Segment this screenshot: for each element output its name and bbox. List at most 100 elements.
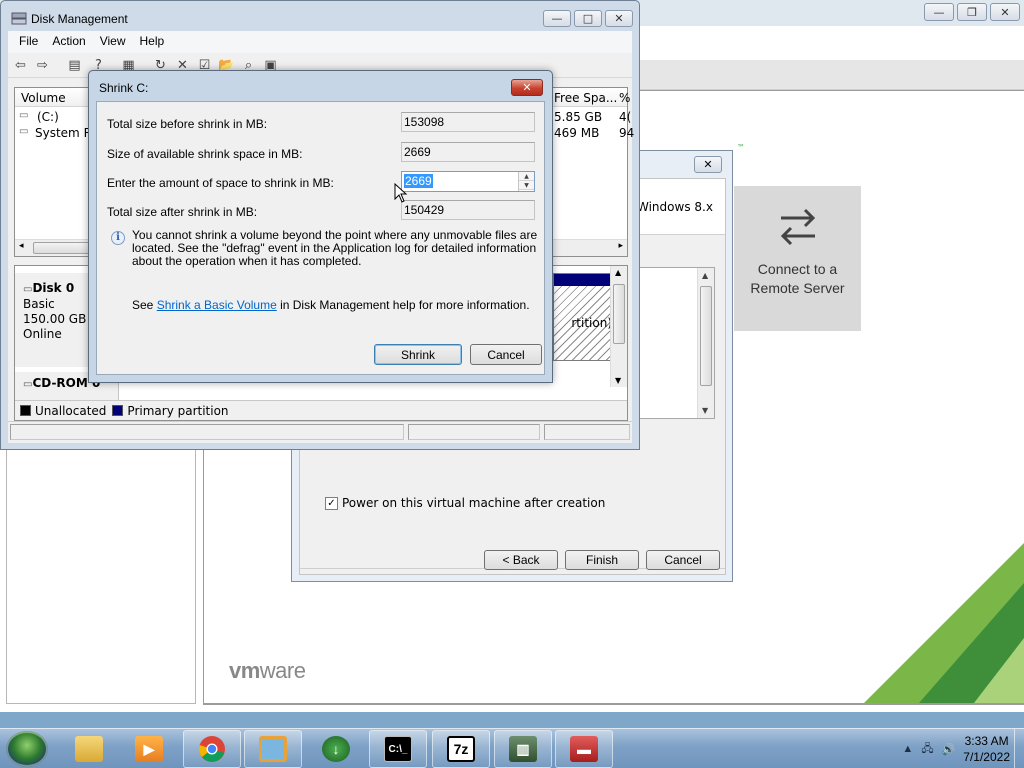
column-free-space[interactable]: Free Spa... — [554, 91, 617, 105]
info-icon: i — [111, 231, 125, 245]
taskbar-network-monitor[interactable]: ▥ — [494, 730, 552, 768]
menu-file[interactable]: File — [12, 31, 45, 53]
wizard-close-button[interactable]: ✕ — [694, 156, 722, 173]
taskbar-media-player[interactable]: ▶ — [120, 730, 178, 768]
help-line: See Shrink a Basic Volume in Disk Manage… — [132, 298, 530, 312]
status-cell — [544, 424, 630, 440]
power-on-label: Power on this virtual machine after crea… — [342, 496, 606, 510]
restore-button[interactable]: ❐ — [957, 3, 987, 21]
help-prefix: See — [132, 298, 157, 312]
primary-swatch — [112, 404, 124, 416]
dialog-close-button[interactable]: ✕ — [511, 79, 543, 96]
dialog-title: Shrink C: — [99, 81, 149, 95]
disk-legend: Unallocated Primary partition — [15, 400, 627, 420]
scroll-down-icon[interactable]: ▼ — [615, 376, 621, 385]
vmware-logo-ware: ware — [259, 658, 306, 683]
primary-partition-stripe — [554, 274, 612, 286]
wizard-vertical-scrollbar[interactable]: ▲ ▼ — [697, 268, 714, 418]
volume-icon[interactable]: 🔊 — [942, 743, 956, 756]
scroll-left-icon[interactable]: ◂ — [19, 241, 24, 251]
shrink-amount-spinner[interactable]: ▲ ▼ — [518, 172, 534, 191]
finish-button[interactable]: Finish — [565, 550, 639, 570]
console-tree-icon[interactable]: ▤ — [66, 58, 83, 74]
partition-c[interactable]: rtition) — [553, 273, 613, 361]
connect-label-line1: Connect to a — [757, 261, 838, 277]
column-percent-free[interactable]: % — [619, 91, 630, 105]
back-button[interactable]: < Back — [484, 550, 558, 570]
menu-view[interactable]: View — [93, 31, 133, 53]
start-button[interactable] — [6, 731, 48, 767]
taskbar-chrome[interactable] — [183, 730, 241, 768]
total-after-value: 150429 — [401, 200, 535, 220]
play-icon: ▶ — [135, 736, 163, 762]
scroll-up-icon[interactable]: ▲ — [615, 268, 621, 277]
shrink-amount-input[interactable]: 2669 ▲ ▼ — [401, 171, 535, 192]
toolbox-icon: ▬ — [570, 736, 598, 762]
7zip-icon: 7z — [447, 736, 475, 762]
chrome-icon — [198, 736, 225, 762]
volume-percent-free: 94 — [619, 126, 635, 140]
vmware-logo-vm: vm — [229, 658, 260, 683]
cancel-button[interactable]: Cancel — [470, 344, 542, 365]
scroll-up-icon[interactable]: ▲ — [702, 271, 708, 280]
window-title: Disk Management — [31, 12, 128, 26]
close-button[interactable]: ✕ — [990, 3, 1020, 21]
forward-arrow-icon[interactable]: ⇨ — [34, 58, 51, 74]
menu-action[interactable]: Action — [45, 31, 92, 53]
info-message: You cannot shrink a volume beyond the po… — [132, 228, 538, 268]
swap-arrows-icon — [780, 208, 815, 246]
back-arrow-icon[interactable]: ⇦ — [12, 58, 29, 74]
connect-remote-server-tile[interactable]: Connect to a Remote Server — [734, 186, 861, 331]
folder-icon — [75, 736, 103, 762]
power-on-option[interactable]: ✓ Power on this virtual machine after cr… — [325, 496, 605, 510]
legend-primary-text: Primary partition — [127, 403, 229, 418]
show-desktop-button[interactable] — [1014, 729, 1024, 768]
vmware-green-swoosh — [864, 543, 1024, 703]
system-tray: ▲ 🖧 🔊 3:33 AM 7/1/2022 — [902, 729, 1010, 768]
minimize-button[interactable]: — — [543, 10, 571, 27]
volume-name: (C:) — [37, 110, 59, 124]
status-cell — [10, 424, 404, 440]
volume-free-space: 469 MB — [554, 126, 600, 140]
taskbar-vmware[interactable] — [244, 730, 302, 768]
library-pane — [6, 424, 196, 704]
shrink-basic-volume-link[interactable]: Shrink a Basic Volume — [157, 298, 277, 312]
disk-vertical-scrollbar[interactable]: ▲ ▼ — [610, 266, 627, 387]
total-before-value: 153098 — [401, 112, 535, 132]
power-on-checkbox[interactable]: ✓ — [325, 496, 338, 510]
clock[interactable]: 3:33 AM 7/1/2022 — [963, 733, 1010, 765]
partition-hatch: rtition) — [554, 286, 612, 360]
status-cell — [408, 424, 540, 440]
taskbar-7zip[interactable]: 7z — [432, 730, 490, 768]
vmware-window-controls: — ❐ ✕ — [924, 3, 1020, 21]
taskbar-toolbox[interactable]: ▬ — [555, 730, 613, 768]
spin-down-icon[interactable]: ▼ — [519, 181, 534, 190]
minimize-button[interactable]: — — [924, 3, 954, 21]
clock-time: 3:33 AM — [964, 734, 1009, 748]
shrink-amount-label: Enter the amount of space to shrink in M… — [107, 176, 334, 190]
shrink-dialog-body: Total size before shrink in MB: 153098 S… — [96, 101, 545, 375]
shrink-amount-value[interactable]: 2669 — [404, 174, 433, 188]
scroll-right-icon[interactable]: ▸ — [618, 241, 623, 251]
legend-primary: Primary partition — [112, 403, 229, 418]
taskbar-download-manager[interactable]: ↓ — [307, 730, 365, 768]
spin-up-icon[interactable]: ▲ — [519, 172, 534, 181]
network-icon[interactable]: 🖧 — [921, 740, 933, 759]
maximize-button[interactable]: □ — [574, 10, 602, 27]
status-bar — [8, 421, 632, 441]
scroll-thumb[interactable] — [613, 284, 625, 344]
close-button[interactable]: ✕ — [605, 10, 633, 27]
download-globe-icon: ↓ — [322, 736, 350, 762]
wizard-cancel-button[interactable]: Cancel — [646, 550, 720, 570]
show-hidden-icons-icon[interactable]: ▲ — [902, 743, 913, 755]
total-after-label: Total size after shrink in MB: — [107, 205, 258, 219]
help-suffix: in Disk Management help for more informa… — [276, 298, 530, 312]
drive-icon: ▭ — [19, 126, 29, 137]
menu-help[interactable]: Help — [133, 31, 172, 53]
column-volume[interactable]: Volume — [21, 91, 66, 105]
shrink-button[interactable]: Shrink — [374, 344, 462, 365]
taskbar-command-prompt[interactable]: C:\_ — [369, 730, 427, 768]
scroll-down-icon[interactable]: ▼ — [702, 406, 708, 415]
scroll-thumb[interactable] — [700, 286, 712, 386]
taskbar-file-explorer[interactable] — [60, 730, 118, 768]
